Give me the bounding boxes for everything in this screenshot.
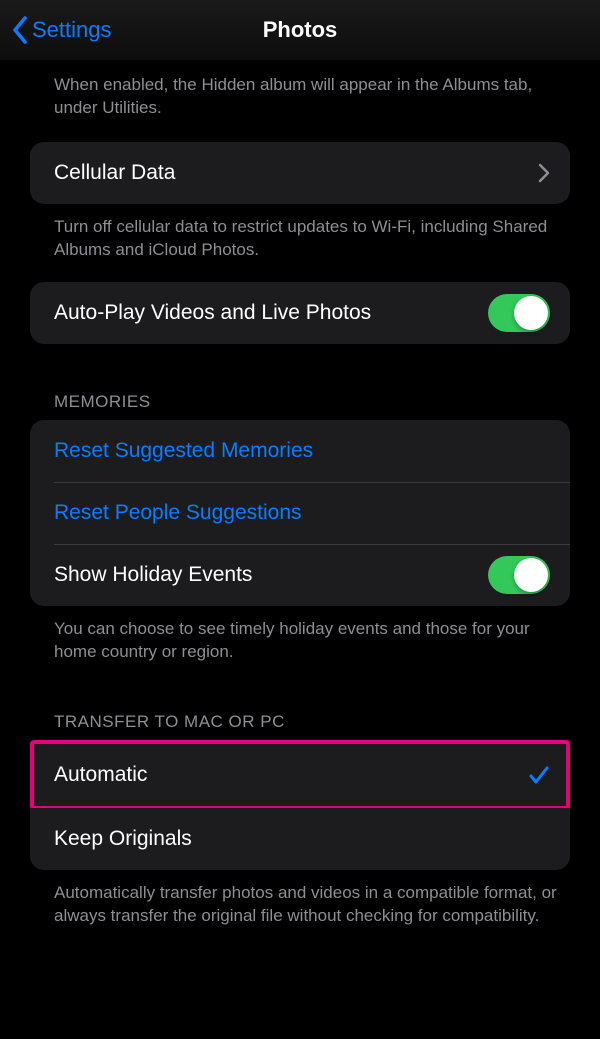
show-holiday-events-label: Show Holiday Events — [54, 563, 252, 587]
reset-people-suggestions-label: Reset People Suggestions — [54, 501, 302, 525]
toggle-knob — [514, 296, 548, 330]
automatic-row[interactable]: Automatic — [34, 744, 566, 806]
toggle-knob — [514, 558, 548, 592]
memories-header: MEMORIES — [0, 374, 600, 420]
cellular-block: Cellular Data — [30, 142, 570, 204]
cellular-data-label: Cellular Data — [54, 161, 175, 185]
holiday-toggle[interactable] — [488, 556, 550, 594]
navigation-bar: Settings Photos — [0, 0, 600, 60]
keep-originals-row[interactable]: Keep Originals — [30, 808, 570, 870]
show-holiday-events-row[interactable]: Show Holiday Events — [30, 544, 570, 606]
chevron-right-icon — [538, 163, 550, 183]
keep-originals-block: Keep Originals — [30, 808, 570, 870]
autoplay-toggle[interactable] — [488, 294, 550, 332]
keep-originals-label: Keep Originals — [54, 827, 192, 851]
cellular-footer: Turn off cellular data to restrict updat… — [0, 204, 600, 282]
automatic-highlight: Automatic — [30, 740, 570, 810]
reset-suggested-memories-row[interactable]: Reset Suggested Memories — [30, 420, 570, 482]
page-title: Photos — [263, 17, 338, 43]
cellular-data-row[interactable]: Cellular Data — [30, 142, 570, 204]
memories-footer: You can choose to see timely holiday eve… — [0, 606, 600, 684]
chevron-left-icon — [12, 16, 28, 44]
autoplay-row[interactable]: Auto-Play Videos and Live Photos — [30, 282, 570, 344]
autoplay-label: Auto-Play Videos and Live Photos — [54, 301, 371, 325]
back-button[interactable]: Settings — [12, 16, 112, 44]
content: When enabled, the Hidden album will appe… — [0, 60, 600, 968]
back-label: Settings — [32, 17, 112, 43]
memories-block: Reset Suggested Memories Reset People Su… — [30, 420, 570, 606]
checkmark-icon — [528, 764, 550, 786]
autoplay-block: Auto-Play Videos and Live Photos — [30, 282, 570, 344]
reset-suggested-memories-label: Reset Suggested Memories — [54, 439, 313, 463]
reset-people-suggestions-row[interactable]: Reset People Suggestions — [30, 482, 570, 544]
transfer-footer: Automatically transfer photos and videos… — [0, 870, 600, 948]
automatic-label: Automatic — [54, 763, 147, 787]
hidden-album-footer: When enabled, the Hidden album will appe… — [0, 60, 600, 142]
transfer-header: TRANSFER TO MAC OR PC — [0, 694, 600, 740]
